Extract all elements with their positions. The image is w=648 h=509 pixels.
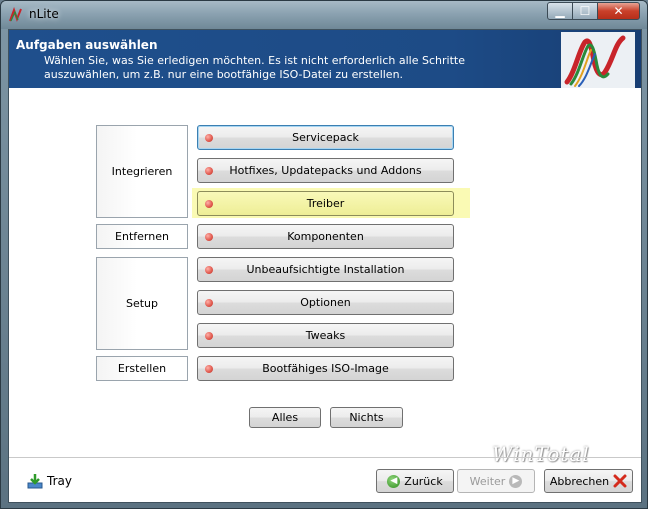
close-button[interactable]: ✕	[597, 2, 640, 20]
status-dot-icon	[205, 134, 213, 142]
header-description: Wählen Sie, was Sie erledigen möchten. E…	[44, 54, 465, 81]
back-button[interactable]: ◀ Zurück	[376, 469, 454, 493]
maximize-button[interactable]: ☐	[572, 2, 598, 20]
minimize-button[interactable]: ▁	[547, 2, 573, 20]
komponenten-button[interactable]: Komponenten	[197, 224, 454, 249]
treiber-button[interactable]: Treiber	[197, 191, 454, 216]
status-dot-icon	[205, 266, 213, 274]
tray-label: Tray	[47, 474, 72, 488]
status-dot-icon	[205, 233, 213, 241]
close-icon: ✕	[613, 4, 624, 18]
nichts-button[interactable]: Nichts	[330, 407, 403, 428]
unbeaufsichtigt-label: Unbeaufsichtigte Installation	[246, 263, 405, 276]
nichts-label: Nichts	[349, 411, 384, 424]
treiber-label: Treiber	[306, 197, 345, 210]
nlite-icon	[9, 7, 22, 22]
tweaks-label: Tweaks	[305, 329, 346, 342]
maximize-icon: ☐	[579, 4, 591, 18]
wintotal-watermark: WinTotal	[492, 442, 590, 466]
arrow-right-icon: ▶	[509, 474, 523, 488]
window-title: nLite	[29, 7, 59, 21]
cancel-button[interactable]: Abbrechen	[544, 469, 633, 493]
group-label-integrieren: Integrieren	[111, 165, 173, 178]
hotfixes-label: Hotfixes, Updatepacks und Addons	[229, 164, 422, 177]
hotfixes-button[interactable]: Hotfixes, Updatepacks und Addons	[197, 158, 454, 183]
group-setup: Setup	[96, 257, 188, 350]
komponenten-label: Komponenten	[287, 230, 364, 243]
cancel-label: Abbrechen	[549, 474, 610, 488]
group-erstellen: Erstellen	[96, 356, 188, 381]
tray-download-icon	[27, 474, 43, 489]
header-title: Aufgaben auswählen	[16, 38, 158, 52]
footer-separator	[9, 457, 641, 458]
unbeaufsichtigt-button[interactable]: Unbeaufsichtigte Installation	[197, 257, 454, 282]
status-dot-icon	[205, 167, 213, 175]
wizard-header: Aufgaben auswählen Wählen Sie, was Sie e…	[9, 30, 641, 88]
next-label: Weiter	[469, 474, 506, 488]
servicepack-label: Servicepack	[292, 131, 359, 144]
optionen-button[interactable]: Optionen	[197, 290, 454, 315]
group-entfernen: Entfernen	[96, 224, 188, 249]
wizard-client-area: Aufgaben auswählen Wählen Sie, was Sie e…	[8, 29, 642, 503]
iso-button[interactable]: Bootfähiges ISO-Image	[197, 356, 454, 381]
group-label-setup: Setup	[125, 297, 159, 310]
status-dot-icon	[205, 299, 213, 307]
nlite-logo-icon	[561, 32, 635, 88]
status-dot-icon	[205, 200, 213, 208]
back-label: Zurück	[404, 474, 443, 488]
group-integrieren: Integrieren	[96, 125, 188, 218]
servicepack-button[interactable]: Servicepack	[197, 125, 454, 150]
alles-button[interactable]: Alles	[249, 407, 321, 428]
iso-label: Bootfähiges ISO-Image	[262, 362, 389, 375]
tweaks-button[interactable]: Tweaks	[197, 323, 454, 348]
tray-button[interactable]: Tray	[27, 473, 72, 489]
red-x-icon	[613, 474, 627, 488]
status-dot-icon	[205, 332, 213, 340]
arrow-left-icon: ◀	[387, 474, 401, 488]
alles-label: Alles	[271, 411, 299, 424]
group-label-erstellen: Erstellen	[117, 362, 167, 375]
status-dot-icon	[205, 365, 213, 373]
title-bar[interactable]: nLite ▁ ☐ ✕	[1, 1, 647, 29]
group-label-entfernen: Entfernen	[115, 230, 169, 243]
optionen-label: Optionen	[300, 296, 351, 309]
nlite-window: nLite ▁ ☐ ✕ Aufgaben auswählen Wählen Si…	[0, 0, 648, 509]
minimize-icon: ▁	[555, 4, 565, 18]
next-button[interactable]: Weiter ▶	[457, 469, 535, 493]
